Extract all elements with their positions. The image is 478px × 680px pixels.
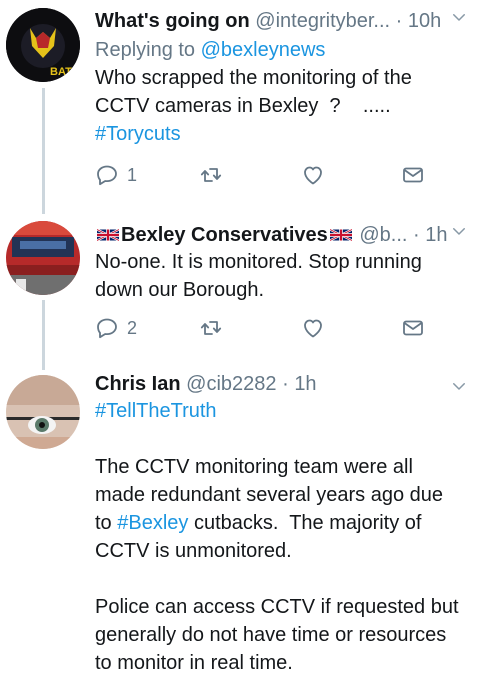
retweet-icon xyxy=(199,163,223,187)
separator-dot: · xyxy=(282,373,289,395)
chevron-down-icon[interactable] xyxy=(450,222,468,240)
tweet-text-line: CCTV cameras in Bexley ? ..... xyxy=(95,95,391,117)
avatar-text: BAT xyxy=(50,66,72,78)
tweet-text: Who scrapped the monitoring of the CCTV … xyxy=(95,64,468,148)
replying-to-label: Replying to xyxy=(95,39,201,61)
tweet-text-line: down our Borough. xyxy=(95,279,265,301)
replying-to: Replying to @bexleynews xyxy=(95,36,325,64)
direct-message-button[interactable] xyxy=(401,162,425,188)
timestamp[interactable]: 1h xyxy=(294,373,316,395)
tweet-text-line: Police can access CCTV if requested but xyxy=(95,596,459,618)
hashtag-link[interactable]: #TellTheTruth xyxy=(95,397,468,425)
batgirl-avatar-image: BAT xyxy=(6,8,80,82)
hashtag-link[interactable]: #Torycuts xyxy=(95,120,468,148)
tweet-text-line: generally do not have time or resources xyxy=(95,624,447,646)
avatar[interactable]: BAT xyxy=(6,8,80,82)
reply-icon xyxy=(95,163,119,187)
tweet-header: Chris Ian @cib2282 · 1h xyxy=(95,369,470,399)
tweet-header: What's going on @integrityber... · 10h xyxy=(95,6,470,36)
tweet-text-line: No-one. It is monitored. Stop running xyxy=(95,251,422,273)
like-icon xyxy=(301,316,325,340)
tweet-text-line: Who scrapped the monitoring of the xyxy=(95,67,412,89)
tweet-text-line: to monitor in real time. xyxy=(95,652,293,674)
like-button[interactable] xyxy=(301,315,325,341)
text-fragment: cutbacks. The majority of xyxy=(188,512,422,534)
tweet-header: Bexley Conservatives @b... · 1h xyxy=(95,220,470,250)
reply-button[interactable]: 2 xyxy=(95,315,137,341)
direct-message-button[interactable] xyxy=(401,315,425,341)
tweet-actions: 1 xyxy=(95,162,435,188)
display-name[interactable]: Chris Ian xyxy=(95,373,181,395)
tweet-1[interactable]: BAT What's going on @integrityber... · 1… xyxy=(0,0,478,200)
retweet-button[interactable] xyxy=(199,162,223,188)
office-building-avatar-image xyxy=(6,221,80,295)
tweet-text-line: to #Bexley cutbacks. The majority of xyxy=(95,509,468,537)
retweet-button[interactable] xyxy=(199,315,223,341)
hashtag-link[interactable]: #Bexley xyxy=(117,512,188,534)
dm-icon xyxy=(401,163,425,187)
display-name[interactable]: Bexley Conservatives xyxy=(121,224,328,246)
separator-dot: · xyxy=(413,224,420,246)
username[interactable]: @cib2282 xyxy=(186,373,276,395)
reply-count: 1 xyxy=(127,164,138,185)
uk-flag-icon xyxy=(97,228,119,242)
timestamp[interactable]: 1h xyxy=(425,224,447,246)
reply-count: 2 xyxy=(127,317,138,338)
text-fragment: to xyxy=(95,512,118,534)
username[interactable]: @integrityber... xyxy=(255,10,390,32)
reply-button[interactable]: 1 xyxy=(95,162,137,188)
like-button[interactable] xyxy=(301,162,325,188)
tweet-text: No-one. It is monitored. Stop running do… xyxy=(95,248,468,304)
avatar[interactable] xyxy=(6,375,80,449)
chevron-down-icon[interactable] xyxy=(450,377,468,395)
display-name[interactable]: What's going on xyxy=(95,10,250,32)
tweet-3[interactable]: Chris Ian @cib2282 · 1h #TellTheTruth Th… xyxy=(0,365,478,680)
tweet-text-line: CCTV is unmonitored. xyxy=(95,540,292,562)
replying-to-handle[interactable]: @bexleynews xyxy=(201,39,326,61)
reply-icon xyxy=(95,316,119,340)
dm-icon xyxy=(401,316,425,340)
tweet-text: #TellTheTruth The CCTV monitoring team w… xyxy=(95,397,468,677)
man-with-glasses-avatar-image xyxy=(6,375,80,449)
like-icon xyxy=(301,163,325,187)
tweet-text-line: The CCTV monitoring team were all xyxy=(95,456,413,478)
tweet-2[interactable]: Bexley Conservatives @b... · 1h No-one. … xyxy=(0,200,478,365)
username[interactable]: @b... xyxy=(359,224,407,246)
avatar[interactable] xyxy=(6,221,80,295)
separator-dot: · xyxy=(395,10,403,32)
chevron-down-icon[interactable] xyxy=(450,8,468,26)
timestamp[interactable]: 10h xyxy=(408,10,441,32)
retweet-icon xyxy=(199,316,223,340)
tweet-actions: 2 xyxy=(95,315,435,341)
tweet-text-line: made redundant several years ago due xyxy=(95,484,444,506)
uk-flag-icon xyxy=(330,228,352,242)
